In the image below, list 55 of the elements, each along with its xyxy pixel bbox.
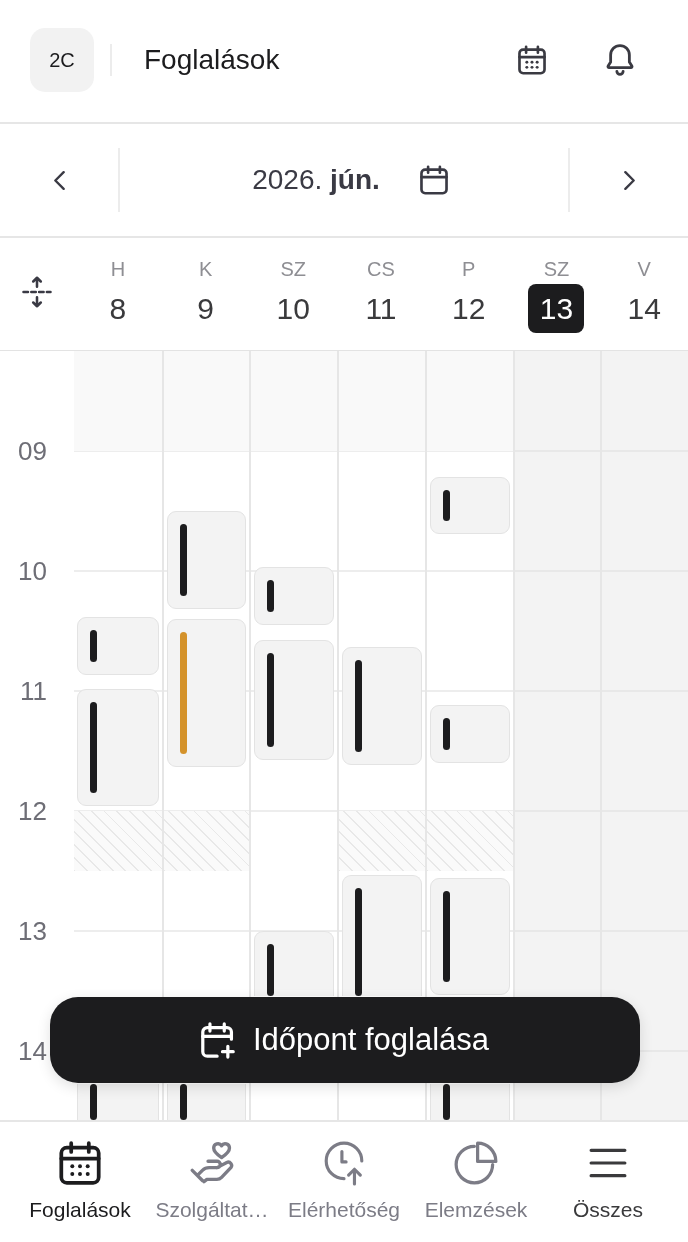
nav-tab[interactable]: Foglalások [14,1122,146,1222]
menu-icon [589,1148,627,1178]
appointment-block[interactable] [254,931,335,996]
appointment-block[interactable] [429,877,510,995]
appointment-block[interactable] [166,511,247,610]
calendar-plus-icon [200,1021,235,1059]
weekday-label: K [198,257,213,281]
nav-tab[interactable]: Elérhetőség [278,1122,410,1222]
weekday-label: CS [367,257,395,281]
page-title: Foglalások [144,44,280,76]
appointment-block[interactable] [166,1084,247,1120]
chevron-left-icon[interactable] [53,170,65,190]
pie-chart-icon [454,1141,498,1185]
day-number[interactable]: 10 [265,284,322,333]
calendar-icon[interactable] [518,45,546,75]
calendar-icon [59,1141,101,1185]
appointment-block[interactable] [254,567,335,625]
day-number[interactable]: 14 [616,284,673,333]
weekday-label: SZ [543,257,570,281]
appointment-block[interactable] [429,705,510,763]
hour-label: 11 [20,676,47,706]
appointment-block[interactable] [429,477,510,535]
hour-label: 12 [18,796,47,826]
vertical-resize-icon[interactable] [22,276,52,308]
day-number[interactable]: 9 [177,284,234,333]
hour-label: 10 [18,556,47,586]
appointment-block[interactable] [77,688,159,806]
appointment-block[interactable] [342,874,422,996]
weekday-label: V [637,257,651,281]
day-number[interactable]: 11 [353,284,409,333]
weekday-label: P [462,257,476,281]
calendar-icon[interactable] [419,165,448,195]
month-label[interactable]: 2026. jún. [252,164,380,196]
appointment-block[interactable] [77,1084,159,1120]
nav-tab[interactable]: Elemzések [410,1122,542,1222]
book-appointment-button[interactable]: Időpont foglalása [50,997,640,1083]
appointment-block[interactable] [254,640,335,760]
day-number[interactable]: 13 [528,284,585,333]
nav-tab[interactable]: Összes [542,1122,674,1222]
hour-label: 09 [18,436,47,466]
hour-label: 14 [18,1036,47,1066]
day-number[interactable]: 12 [440,284,497,333]
appointment-block[interactable] [429,1084,510,1120]
app-logo: 2C [30,28,94,92]
bell-icon[interactable] [606,44,634,76]
clock-arrow-icon [324,1140,364,1186]
weekday-label: SZ [280,257,307,281]
hand-heart-icon [190,1141,234,1185]
day-number[interactable]: 8 [89,284,146,333]
nav-tab[interactable]: Szolgáltat… [146,1122,278,1222]
weekday-label: H [110,257,126,281]
appointment-block[interactable] [342,646,422,766]
chevron-right-icon[interactable] [623,170,635,190]
hour-label: 13 [18,916,47,946]
appointment-block[interactable] [77,616,159,676]
